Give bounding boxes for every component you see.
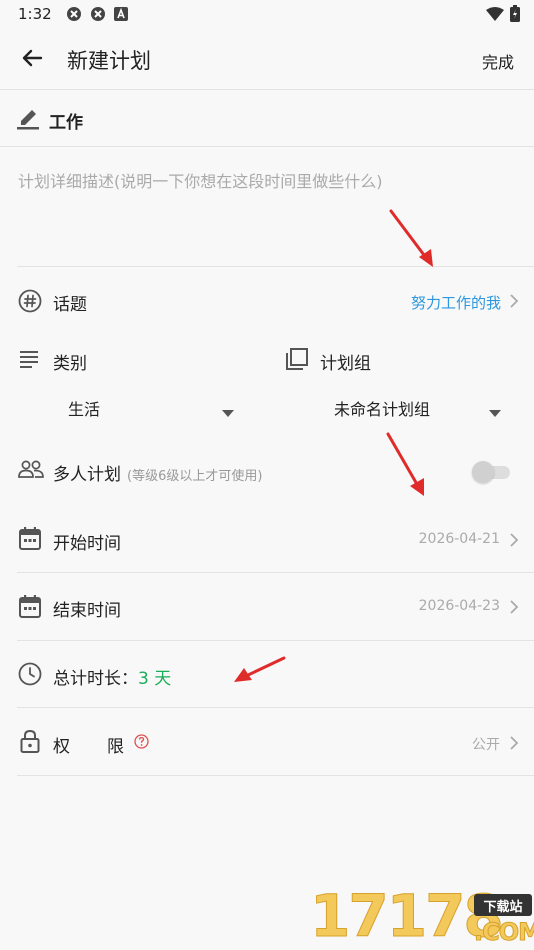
category-label: 类别 (53, 354, 87, 374)
chevron-right-icon (509, 599, 519, 618)
divider (17, 775, 534, 776)
done-button[interactable]: 完成 (482, 49, 514, 73)
plan-group-selected: 未命名计划组 (334, 400, 431, 419)
duration-value: 3 天 (138, 669, 172, 689)
end-time-value: 2026-04-23 (418, 598, 500, 614)
plan-title-row[interactable]: 工作 (0, 100, 534, 140)
divider (17, 640, 534, 641)
calendar-icon (19, 595, 41, 622)
dropdown-arrow-icon (222, 402, 234, 421)
annotation-arrow-icon (234, 656, 286, 682)
category-selected: 生活 (68, 400, 101, 419)
hashtag-icon (18, 289, 42, 317)
divider (17, 707, 534, 708)
list-icon (19, 350, 39, 372)
chevron-right-icon (509, 532, 519, 551)
watermark-logo: 17178 下载站 .COM (308, 882, 534, 950)
page-title: 新建计划 (67, 49, 151, 73)
people-icon (18, 460, 44, 484)
start-time-value: 2026-04-21 (418, 531, 500, 547)
notification-app-icon (66, 6, 82, 22)
chevron-right-icon (509, 293, 519, 312)
divider (17, 572, 534, 573)
divider (0, 146, 534, 147)
chevron-right-icon (509, 735, 519, 754)
wifi-icon (486, 6, 504, 25)
duration-label: 总计时长：3 天 (53, 669, 172, 689)
copy-icon (285, 347, 309, 375)
battery-icon (510, 5, 520, 26)
status-time: 1:32 (18, 5, 52, 23)
clock-icon (18, 662, 42, 690)
multi-person-note: (等级6级以上才可使用) (127, 469, 263, 484)
annotation-arrow-icon (386, 432, 424, 496)
multi-person-label: 多人计划 (等级6级以上才可使用) (53, 465, 263, 485)
divider (17, 266, 534, 267)
status-right (486, 5, 520, 26)
pencil-icon (17, 106, 39, 134)
permission-label-first: 权 (53, 737, 70, 757)
topic-value: 努力工作的我 (410, 294, 501, 312)
permission-value: 公开 (472, 737, 500, 753)
watermark-badge: 下载站 (474, 894, 532, 916)
end-time-label: 结束时间 (53, 601, 121, 621)
topic-label: 话题 (53, 295, 87, 315)
plan-group-label: 计划组 (320, 354, 371, 374)
dropdown-arrow-icon (489, 402, 501, 421)
notification-a-icon (113, 7, 128, 21)
annotation-arrow-icon (389, 209, 433, 267)
plan-title: 工作 (49, 113, 83, 133)
multi-person-toggle[interactable] (472, 461, 512, 483)
start-time-label: 开始时间 (53, 534, 121, 554)
help-icon[interactable] (134, 734, 149, 753)
notification-app-icon-2 (90, 6, 106, 22)
lock-icon (20, 729, 40, 757)
calendar-icon (19, 527, 41, 554)
back-arrow-icon (22, 49, 43, 67)
permission-label-second: 限 (107, 737, 124, 757)
watermark-suffix: .COM (473, 918, 534, 947)
description-input[interactable]: 计划详细描述(说明一下你想在这段时间里做些什么) (18, 168, 383, 192)
divider (0, 89, 534, 90)
status-bar: 1:32 (0, 0, 534, 28)
back-button[interactable] (18, 44, 46, 72)
app-bar: 新建计划 完成 (0, 28, 534, 88)
